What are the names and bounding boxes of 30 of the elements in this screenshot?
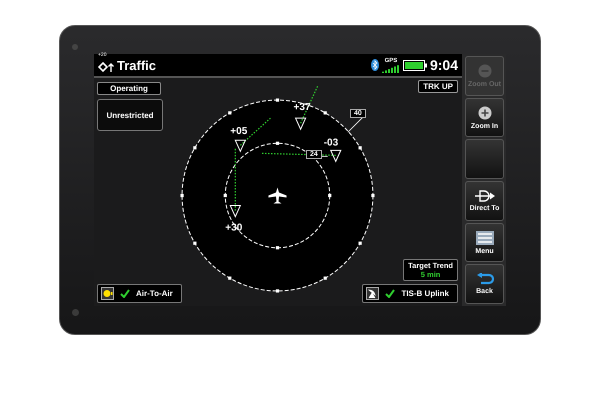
- direct-to-icon: [474, 190, 496, 202]
- airplane-icon: [268, 187, 287, 204]
- traffic-icon: [98, 61, 114, 73]
- zoom-in-icon: [478, 106, 492, 120]
- source-chip[interactable]: TIS-B Uplink: [362, 284, 458, 303]
- antenna-icon: [366, 287, 380, 300]
- camera-dot: [72, 44, 78, 50]
- bluetooth-icon: [370, 59, 379, 71]
- operating-status-label: Operating: [97, 82, 161, 95]
- relative-altitude-label: -03: [324, 137, 338, 148]
- signal-bars-icon: [382, 64, 400, 72]
- relative-altitude-label: +05: [230, 126, 248, 138]
- relative-altitude-label: +30: [225, 222, 242, 234]
- traffic-target-icon: [330, 150, 342, 163]
- page-title: Traffic: [117, 58, 156, 72]
- sensor-dot: [72, 309, 79, 316]
- traffic-target-icon: [234, 140, 246, 153]
- clock-time: 9:04: [430, 57, 458, 73]
- battery-icon: [402, 60, 427, 70]
- menu-icon: [476, 230, 494, 245]
- light-icon: [101, 287, 114, 300]
- traffic-target-icon: [230, 205, 242, 218]
- source-chip[interactable]: Air-To-Air: [97, 284, 182, 303]
- blank-softkey[interactable]: [465, 139, 504, 180]
- traffic-target-icon: [294, 118, 306, 130]
- mode-button[interactable]: Unrestricted: [97, 99, 163, 131]
- relative-altitude-label: +37: [294, 102, 311, 114]
- back-arrow-icon: [476, 273, 494, 286]
- orientation-label[interactable]: TRK UP: [418, 80, 458, 93]
- zoom-out-icon: [478, 64, 492, 78]
